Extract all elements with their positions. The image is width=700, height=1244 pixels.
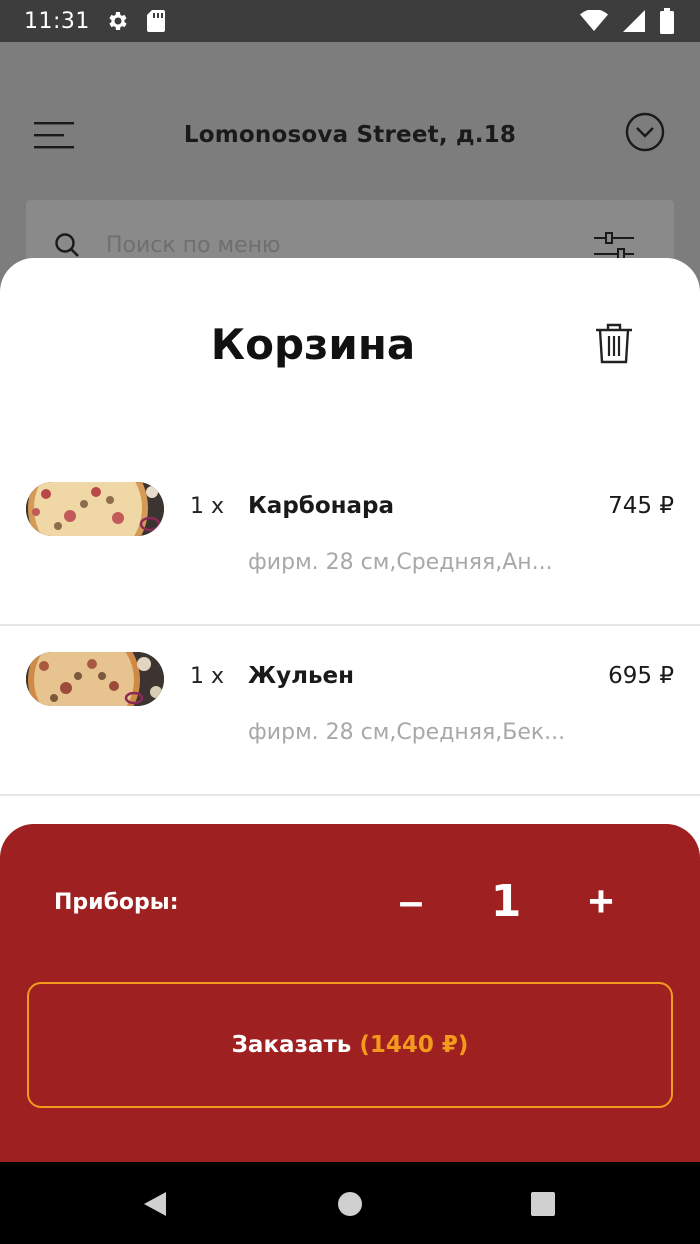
item-name: Жульен [248,663,355,689]
sd-card-icon [146,10,165,32]
cutlery-decrease-button[interactable]: – [384,872,438,932]
delivery-address[interactable]: Lomonosova Street, д.18 [0,122,700,148]
signal-icon [623,10,645,32]
item-quantity: 1 x [190,494,225,519]
item-price: 745 ₽ [608,493,674,519]
item-price: 695 ₽ [608,663,674,689]
chevron-down-icon[interactable] [625,112,665,152]
battery-icon [660,8,674,34]
cart-item[interactable]: 1 x Карбонара 745 ₽ фирм. 28 см,Средняя,… [0,456,700,626]
filter-icon[interactable] [594,232,634,260]
home-icon[interactable] [337,1191,363,1217]
item-name: Карбонара [248,493,395,519]
cart-item[interactable]: 1 x Жульен 695 ₽ фирм. 28 см,Средняя,Бек… [0,626,700,796]
search-input[interactable]: Поиск по меню [106,233,281,258]
order-panel: Приборы: – 1 + Заказать (1440 ₽) [0,824,700,1162]
system-navigation-bar [0,1162,700,1244]
item-description: фирм. 28 см,Средняя,Бек... [248,720,566,745]
place-order-button[interactable]: Заказать (1440 ₽) [27,982,673,1108]
app-header: Lomonosova Street, д.18 [0,112,700,166]
back-icon[interactable] [142,1190,168,1218]
wifi-icon [580,10,608,31]
item-description: фирм. 28 см,Средняя,Ан... [248,550,553,575]
status-bar: 11:31 [0,0,700,42]
recent-apps-icon[interactable] [530,1191,556,1217]
status-time: 11:31 [24,8,90,34]
search-icon [55,233,79,257]
cart-title: Корзина [210,320,416,369]
settings-icon [109,12,127,30]
pizza-image [26,482,164,536]
pizza-image [26,652,164,706]
trash-icon[interactable] [594,322,634,364]
item-quantity: 1 x [190,664,225,689]
cutlery-increase-button[interactable]: + [574,872,628,932]
order-total: (1440 ₽) [359,1032,469,1058]
cutlery-count: 1 [490,876,522,927]
order-button-label: Заказать [231,1032,352,1058]
cutlery-label: Приборы: [54,890,179,915]
